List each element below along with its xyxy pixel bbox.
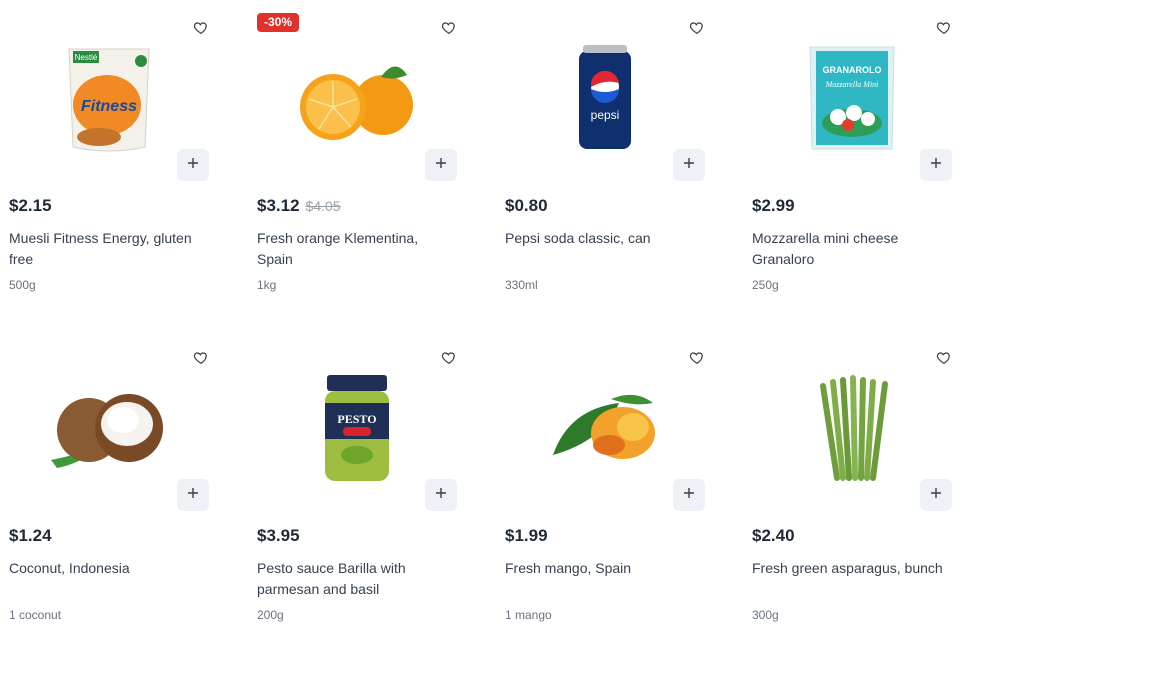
- plus-icon: [930, 156, 942, 174]
- svg-text:Mozzarella Mini: Mozzarella Mini: [825, 80, 879, 89]
- favorite-heart-icon[interactable]: [936, 20, 952, 36]
- product-weight: 300g: [752, 608, 779, 622]
- product-card[interactable]: $1.99 Fresh mango, Spain 1 mango: [505, 338, 705, 638]
- add-to-cart-button[interactable]: [673, 149, 705, 181]
- orange-image: [300, 66, 413, 140]
- add-to-cart-button[interactable]: [425, 149, 457, 181]
- favorite-heart-icon[interactable]: [193, 20, 209, 36]
- plus-icon: [435, 156, 447, 174]
- product-weight: 500g: [9, 278, 36, 292]
- product-price: $2.99: [752, 196, 795, 215]
- plus-icon: [683, 486, 695, 504]
- favorite-heart-icon[interactable]: [441, 350, 457, 366]
- product-title[interactable]: Mozzarella mini cheese Granaloro: [752, 228, 952, 270]
- product-weight: 330ml: [505, 278, 538, 292]
- product-old-price: $4.05: [305, 198, 341, 214]
- plus-icon: [683, 156, 695, 174]
- product-card[interactable]: pepsi $0.80 Pepsi soda classic, can 330m…: [505, 8, 705, 308]
- add-to-cart-button[interactable]: [920, 479, 952, 511]
- product-price: $1.99: [505, 526, 548, 545]
- price-row: $1.99: [505, 526, 548, 546]
- product-card[interactable]: GRANAROLO Mozzarella Mini $2.99 Mozzarel…: [752, 8, 952, 308]
- product-weight: 250g: [752, 278, 779, 292]
- product-weight: 1 coconut: [9, 608, 62, 622]
- product-card[interactable]: $1.24 Coconut, Indonesia 1 coconut: [9, 338, 209, 638]
- price-row: $2.15: [9, 196, 52, 216]
- product-image-orange[interactable]: [287, 34, 427, 164]
- svg-text:Nestlé: Nestlé: [75, 53, 98, 62]
- add-to-cart-button[interactable]: [920, 149, 952, 181]
- product-title[interactable]: Pepsi soda classic, can: [505, 228, 705, 249]
- product-price: $3.12: [257, 196, 300, 215]
- mango-image: [553, 394, 655, 459]
- add-to-cart-button[interactable]: [673, 479, 705, 511]
- product-title[interactable]: Pesto sauce Barilla with parmesan and ba…: [257, 558, 457, 600]
- product-price: $1.24: [9, 526, 52, 545]
- coconut-image: [51, 394, 163, 468]
- product-image-pesto[interactable]: PESTO: [287, 364, 427, 494]
- favorite-heart-icon[interactable]: [689, 20, 705, 36]
- svg-text:pepsi: pepsi: [591, 108, 620, 122]
- product-image-mango[interactable]: [535, 364, 675, 494]
- mozzarella-package-image: GRANAROLO Mozzarella Mini: [809, 46, 895, 150]
- plus-icon: [187, 486, 199, 504]
- product-weight: 1kg: [257, 278, 277, 292]
- product-title[interactable]: Fresh green asparagus, bunch: [752, 558, 952, 579]
- price-row: $3.12 $4.05: [257, 196, 341, 216]
- price-row: $2.99: [752, 196, 795, 216]
- price-row: $2.40: [752, 526, 795, 546]
- product-grid: Nestlé Fitness $2.15 Muesli Fitness Ener…: [0, 0, 1152, 692]
- product-card[interactable]: -30% $3.12 $4.05 Fresh orange Klementina…: [257, 8, 457, 308]
- price-row: $1.24: [9, 526, 52, 546]
- product-weight: 200g: [257, 608, 284, 622]
- product-image-pepsi[interactable]: pepsi: [535, 34, 675, 164]
- product-price: $2.15: [9, 196, 52, 215]
- product-price: $2.40: [752, 526, 795, 545]
- product-price: $3.95: [257, 526, 300, 545]
- pesto-jar-image: PESTO: [325, 375, 389, 481]
- add-to-cart-button[interactable]: [177, 149, 209, 181]
- plus-icon: [930, 486, 942, 504]
- svg-text:PESTO: PESTO: [337, 412, 376, 426]
- product-image-asparagus[interactable]: [782, 364, 922, 494]
- svg-text:Fitness: Fitness: [81, 98, 137, 115]
- product-image-coconut[interactable]: [39, 364, 179, 494]
- product-title[interactable]: Fresh orange Klementina, Spain: [257, 228, 457, 270]
- favorite-heart-icon[interactable]: [441, 20, 457, 36]
- plus-icon: [187, 156, 199, 174]
- product-title[interactable]: Coconut, Indonesia: [9, 558, 209, 579]
- product-title[interactable]: Muesli Fitness Energy, gluten free: [9, 228, 209, 270]
- product-title[interactable]: Fresh mango, Spain: [505, 558, 705, 579]
- favorite-heart-icon[interactable]: [936, 350, 952, 366]
- price-row: $3.95: [257, 526, 300, 546]
- product-image-muesli[interactable]: Nestlé Fitness: [39, 34, 179, 164]
- product-card[interactable]: $2.40 Fresh green asparagus, bunch 300g: [752, 338, 952, 638]
- product-image-mozzarella[interactable]: GRANAROLO Mozzarella Mini: [782, 34, 922, 164]
- product-weight: 1 mango: [505, 608, 552, 622]
- discount-badge: -30%: [257, 13, 300, 32]
- svg-text:GRANAROLO: GRANAROLO: [823, 65, 882, 75]
- product-price: $0.80: [505, 196, 548, 215]
- asparagus-image: [820, 375, 888, 481]
- favorite-heart-icon[interactable]: [193, 350, 209, 366]
- product-card[interactable]: PESTO $3.95 Pesto sauce Barilla with par…: [257, 338, 457, 638]
- pepsi-can-image: pepsi: [579, 45, 631, 149]
- plus-icon: [435, 486, 447, 504]
- price-row: $0.80: [505, 196, 548, 216]
- add-to-cart-button[interactable]: [177, 479, 209, 511]
- favorite-heart-icon[interactable]: [689, 350, 705, 366]
- product-card[interactable]: Nestlé Fitness $2.15 Muesli Fitness Ener…: [9, 8, 209, 308]
- muesli-package-image: Nestlé Fitness: [68, 48, 150, 152]
- add-to-cart-button[interactable]: [425, 479, 457, 511]
